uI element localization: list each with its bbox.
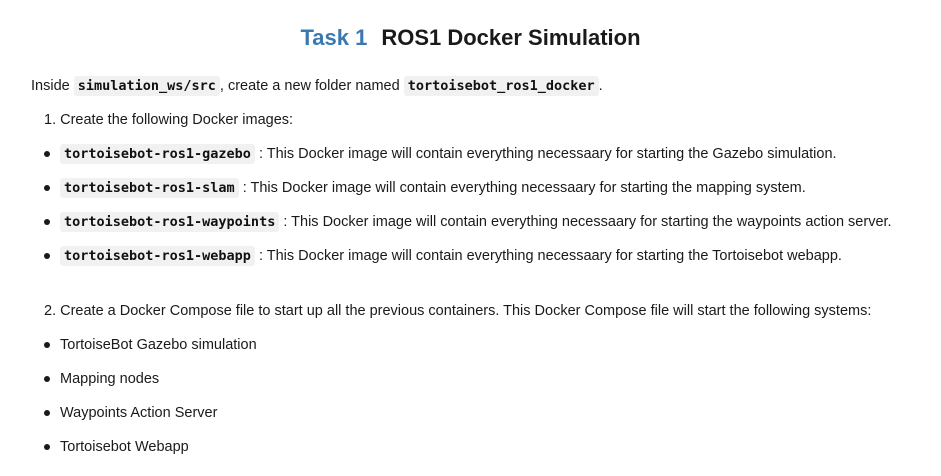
list-item: tortoisebot-ros1-gazebo : This Docker im…: [60, 144, 837, 164]
folder-path-code: simulation_ws/src: [73, 76, 220, 96]
intro-text-middle: , create a new folder named: [219, 78, 404, 94]
image-name-code: tortoisebot-ros1-waypoints: [60, 212, 280, 232]
image-description: : This Docker image will contain everyth…: [258, 146, 837, 162]
list-item: Mapping nodes: [60, 371, 160, 387]
bullet-icon: [44, 151, 50, 157]
image-description: : This Docker image will contain everyth…: [242, 180, 806, 196]
intro-paragraph: Inside simulation_ws/src, create a new f…: [31, 76, 603, 96]
intro-text-before: Inside: [31, 78, 74, 94]
bullet-icon: [44, 253, 50, 259]
intro-text-after: .: [598, 78, 603, 94]
task-number: Task 1: [300, 25, 368, 50]
list-item: tortoisebot-ros1-webapp : This Docker im…: [60, 246, 842, 266]
bullet-icon: [44, 410, 50, 416]
list-item: Tortoisebot Webapp: [60, 439, 189, 455]
bullet-icon: [44, 444, 50, 450]
image-description: : This Docker image will contain everyth…: [283, 214, 892, 230]
step-1-text: 1. Create the following Docker images:: [44, 112, 294, 128]
page-title: Task 1 ROS1 Docker Simulation: [0, 24, 941, 52]
list-item: tortoisebot-ros1-slam : This Docker imag…: [60, 178, 806, 198]
new-folder-code: tortoisebot_ros1_docker: [403, 76, 599, 96]
bullet-icon: [44, 376, 50, 382]
list-item: tortoisebot-ros1-waypoints : This Docker…: [60, 212, 892, 232]
image-name-code: tortoisebot-ros1-slam: [60, 178, 239, 198]
bullet-icon: [44, 342, 50, 348]
image-description: : This Docker image will contain everyth…: [258, 248, 842, 264]
image-name-code: tortoisebot-ros1-gazebo: [60, 144, 255, 164]
task-name: ROS1 Docker Simulation: [381, 25, 641, 50]
list-item: Waypoints Action Server: [60, 405, 218, 421]
bullet-icon: [44, 185, 50, 191]
step-2-text: 2. Create a Docker Compose file to start…: [44, 303, 872, 319]
bullet-icon: [44, 219, 50, 225]
image-name-code: tortoisebot-ros1-webapp: [60, 246, 255, 266]
list-item: TortoiseBot Gazebo simulation: [60, 337, 257, 353]
